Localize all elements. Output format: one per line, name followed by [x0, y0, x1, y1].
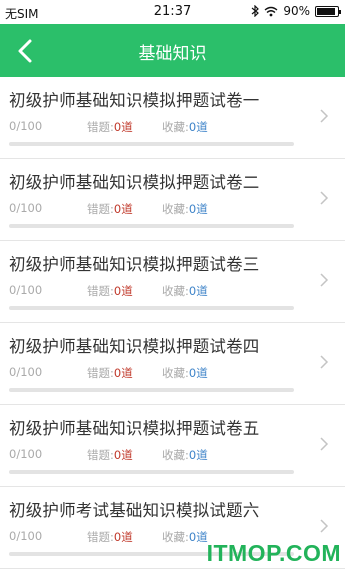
watermark: ITMOP.COM — [206, 540, 341, 566]
progress-count: 0/100 — [9, 529, 43, 543]
favorite-label: 收藏: — [162, 120, 189, 134]
chevron-right-icon — [320, 191, 329, 205]
favorite-value: 0道 — [188, 530, 208, 544]
progress-bar — [9, 142, 294, 146]
favorite-label: 收藏: — [162, 284, 189, 298]
progress-count: 0/100 — [9, 365, 43, 379]
exam-list: 初级护师基础知识模拟押题试卷一 0/100 错题:0道 收藏:0道 初级护师基础… — [0, 77, 345, 569]
progress-count: 0/100 — [9, 201, 43, 215]
wrong-count: 错题:0道 — [87, 529, 133, 545]
wrong-label: 错题: — [87, 120, 114, 134]
status-icons: 90% — [251, 4, 341, 18]
wrong-value: 0道 — [113, 284, 133, 298]
battery-percent: 90% — [283, 4, 310, 18]
chevron-right-icon — [320, 273, 329, 287]
favorite-count: 收藏:0道 — [162, 201, 208, 217]
exam-title: 初级护师基础知识模拟押题试卷一 — [9, 91, 260, 110]
wrong-label: 错题: — [87, 366, 114, 380]
bluetooth-icon — [251, 5, 260, 17]
favorite-label: 收藏: — [162, 530, 189, 544]
favorite-label: 收藏: — [162, 448, 189, 462]
exam-title: 初级护师考试基础知识模拟试题六 — [9, 501, 260, 520]
nav-bar: 基础知识 — [0, 24, 345, 77]
favorite-value: 0道 — [188, 284, 208, 298]
favorite-value: 0道 — [188, 202, 208, 216]
wrong-value: 0道 — [113, 120, 133, 134]
wrong-count: 错题:0道 — [87, 119, 133, 135]
wrong-label: 错题: — [87, 202, 114, 216]
favorite-value: 0道 — [188, 120, 208, 134]
exam-item[interactable]: 初级护师基础知识模拟押题试卷四 0/100 错题:0道 收藏:0道 — [0, 323, 345, 405]
chevron-right-icon — [320, 109, 329, 123]
status-bar: 无SIM 21:37 90% — [0, 0, 345, 24]
chevron-right-icon — [320, 437, 329, 451]
favorite-count: 收藏:0道 — [162, 365, 208, 381]
exam-item[interactable]: 初级护师基础知识模拟押题试卷一 0/100 错题:0道 收藏:0道 — [0, 77, 345, 159]
favorite-count: 收藏:0道 — [162, 283, 208, 299]
chevron-right-icon — [320, 519, 329, 533]
exam-item[interactable]: 初级护师基础知识模拟押题试卷三 0/100 错题:0道 收藏:0道 — [0, 241, 345, 323]
favorite-count: 收藏:0道 — [162, 447, 208, 463]
exam-item[interactable]: 初级护师基础知识模拟押题试卷二 0/100 错题:0道 收藏:0道 — [0, 159, 345, 241]
wrong-value: 0道 — [113, 202, 133, 216]
favorite-label: 收藏: — [162, 366, 189, 380]
wrong-count: 错题:0道 — [87, 447, 133, 463]
favorite-value: 0道 — [188, 366, 208, 380]
favorite-value: 0道 — [188, 448, 208, 462]
progress-count: 0/100 — [9, 447, 43, 461]
exam-title: 初级护师基础知识模拟押题试卷四 — [9, 337, 260, 356]
wrong-count: 错题:0道 — [87, 201, 133, 217]
progress-bar — [9, 224, 294, 228]
wrong-value: 0道 — [113, 530, 133, 544]
progress-bar — [9, 306, 294, 310]
wifi-icon — [264, 6, 278, 16]
wrong-value: 0道 — [113, 366, 133, 380]
exam-title: 初级护师基础知识模拟押题试卷五 — [9, 419, 260, 438]
progress-count: 0/100 — [9, 119, 43, 133]
progress-count: 0/100 — [9, 283, 43, 297]
favorite-count: 收藏:0道 — [162, 119, 208, 135]
wrong-label: 错题: — [87, 284, 114, 298]
wrong-label: 错题: — [87, 530, 114, 544]
battery-icon — [315, 5, 341, 17]
favorite-label: 收藏: — [162, 202, 189, 216]
wrong-count: 错题:0道 — [87, 283, 133, 299]
exam-item[interactable]: 初级护师基础知识模拟押题试卷五 0/100 错题:0道 收藏:0道 — [0, 405, 345, 487]
wrong-value: 0道 — [113, 448, 133, 462]
page-title: 基础知识 — [138, 44, 207, 64]
wrong-label: 错题: — [87, 448, 114, 462]
wrong-count: 错题:0道 — [87, 365, 133, 381]
exam-title: 初级护师基础知识模拟押题试卷二 — [9, 173, 260, 192]
chevron-right-icon — [320, 355, 329, 369]
favorite-count: 收藏:0道 — [162, 529, 208, 545]
progress-bar — [9, 470, 294, 474]
progress-bar — [9, 388, 294, 392]
exam-title: 初级护师基础知识模拟押题试卷三 — [9, 255, 260, 274]
